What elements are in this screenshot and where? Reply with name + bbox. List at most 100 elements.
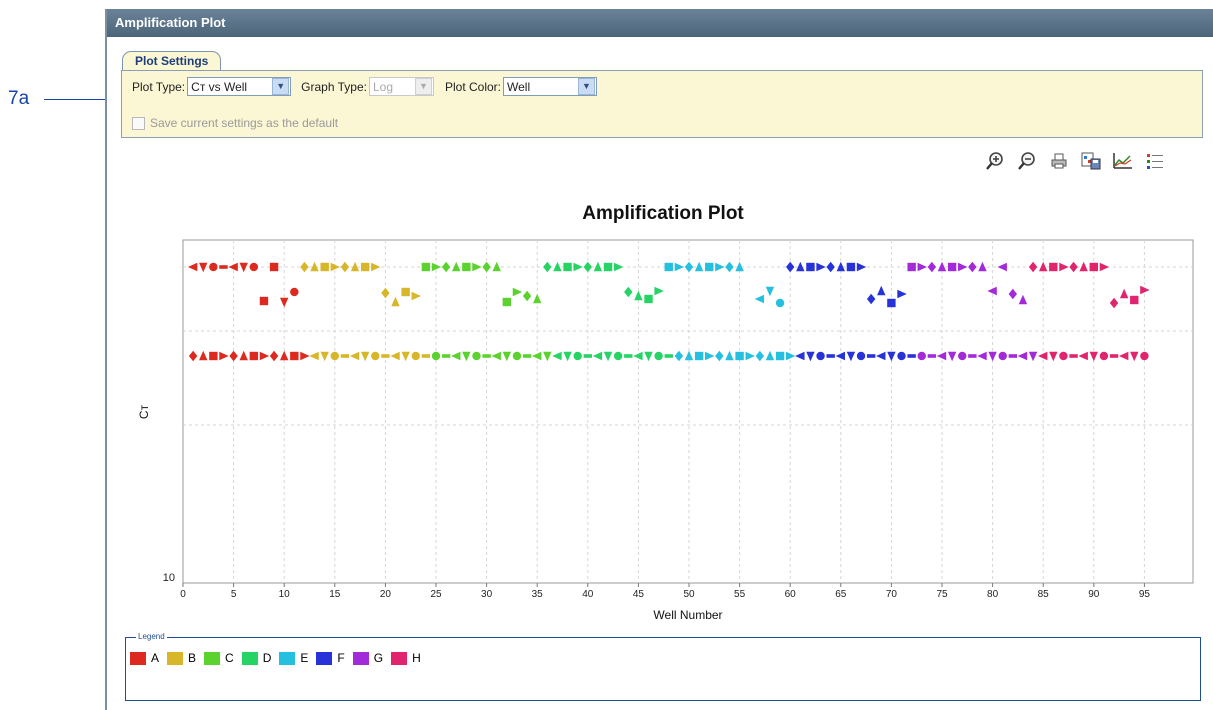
data-point <box>806 262 815 272</box>
x-tick-label: 20 <box>380 589 392 600</box>
data-point <box>715 350 724 362</box>
data-point <box>917 262 927 272</box>
data-point <box>441 354 451 358</box>
data-point <box>684 350 694 361</box>
data-point <box>795 351 805 361</box>
data-point <box>280 297 289 308</box>
data-point <box>472 351 481 361</box>
data-point <box>512 351 522 361</box>
data-point <box>1079 261 1088 272</box>
data-point <box>887 298 896 308</box>
data-point <box>1118 351 1129 361</box>
data-point <box>684 261 694 273</box>
data-point <box>1017 351 1028 361</box>
data-point <box>1130 295 1139 305</box>
data-point <box>1008 288 1018 300</box>
data-point <box>664 262 673 272</box>
data-point <box>209 351 218 361</box>
data-point <box>866 354 876 358</box>
y-tick-label: 10 <box>163 572 175 584</box>
data-point <box>1140 351 1149 361</box>
data-point <box>219 351 229 361</box>
plot-settings-tab[interactable]: Plot Settings <box>122 51 222 70</box>
data-point <box>603 262 613 272</box>
x-tick-label: 60 <box>785 589 797 600</box>
data-point <box>187 262 198 272</box>
data-point <box>472 262 482 272</box>
x-tick-label: 65 <box>835 589 847 600</box>
data-point <box>563 262 572 272</box>
data-point <box>1049 262 1058 272</box>
data-point <box>583 354 592 358</box>
data-point <box>1140 285 1150 295</box>
data-point <box>441 261 451 273</box>
y-axis-label: Cт <box>137 404 151 419</box>
data-point <box>613 351 623 361</box>
data-point <box>1018 294 1028 305</box>
data-point <box>592 351 603 361</box>
data-point <box>349 351 360 361</box>
data-point <box>482 261 491 273</box>
data-point <box>492 261 501 272</box>
data-point <box>259 351 270 361</box>
data-point <box>563 351 572 362</box>
data-point <box>219 265 228 269</box>
data-point <box>624 354 633 358</box>
data-point <box>826 354 835 358</box>
data-point <box>462 262 471 272</box>
data-point <box>958 351 967 361</box>
data-point <box>887 351 896 362</box>
data-point <box>927 261 937 273</box>
data-point <box>856 262 867 272</box>
data-point <box>431 351 441 361</box>
data-point <box>360 351 370 362</box>
data-point <box>947 262 957 272</box>
data-point <box>654 351 663 361</box>
x-tick-label: 85 <box>1038 589 1050 600</box>
data-point <box>725 261 734 273</box>
data-point <box>735 351 744 361</box>
data-point <box>1059 351 1068 361</box>
data-point <box>391 296 400 307</box>
data-point <box>573 262 583 272</box>
data-point <box>330 351 339 361</box>
x-tick-label: 5 <box>231 589 237 600</box>
x-tick-label: 55 <box>734 589 746 600</box>
data-point <box>846 351 856 362</box>
data-point <box>977 351 987 361</box>
data-point <box>694 261 704 272</box>
x-axis-label: Well Number <box>653 608 722 622</box>
data-point <box>877 285 886 296</box>
data-point <box>1119 288 1129 299</box>
data-point <box>816 351 825 361</box>
data-point <box>532 351 542 361</box>
data-point <box>754 294 765 304</box>
data-point <box>553 261 562 272</box>
data-point <box>1059 262 1069 272</box>
data-point <box>907 262 916 272</box>
data-point <box>209 262 218 272</box>
data-point <box>1109 354 1119 358</box>
data-point <box>390 351 400 361</box>
data-point <box>816 262 826 272</box>
data-point <box>968 261 977 273</box>
data-point <box>1038 351 1048 361</box>
data-point <box>421 262 431 272</box>
data-point <box>1008 354 1018 358</box>
x-tick-label: 30 <box>481 589 493 600</box>
data-point <box>633 351 643 361</box>
data-point <box>835 351 845 361</box>
data-point <box>573 351 582 361</box>
data-point <box>624 286 633 298</box>
data-point <box>421 354 431 358</box>
data-point <box>249 262 259 272</box>
data-point <box>1130 351 1139 362</box>
data-point <box>502 297 512 307</box>
data-point <box>694 351 704 361</box>
data-point <box>968 354 977 358</box>
data-point <box>1089 262 1098 272</box>
data-point <box>715 262 725 272</box>
data-point <box>290 351 299 361</box>
data-point <box>876 351 886 361</box>
data-point <box>897 351 906 361</box>
